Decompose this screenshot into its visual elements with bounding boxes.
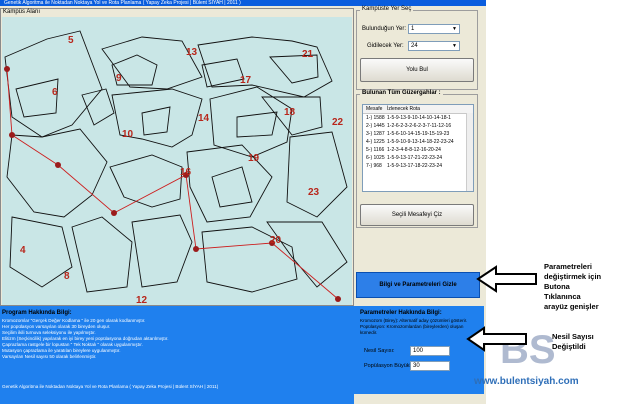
node-label: 21 [302, 49, 314, 60]
to-select[interactable]: 24 ▼ [408, 41, 460, 51]
col-distance[interactable]: Mesafe [363, 105, 387, 113]
program-info-lines: Kromozomlar "Gerçek Değer Kodlama " ile … [2, 318, 168, 360]
list-item[interactable]: 1-) 1588 1-5-9-13-9-10-14-10-14-18-1 [363, 114, 473, 122]
route-path-text: 1-5-9-13-9-10-14-10-14-18-1 [387, 115, 451, 121]
route-distance: 5-) 1166 [366, 147, 385, 153]
node-label: 23 [308, 187, 320, 198]
program-footer: Genetik Algoritma ile Noktadan Noktaya Y… [2, 384, 219, 389]
route-path-text: 1-5-9-10-9-13-14-18-22-23-24 [387, 139, 454, 145]
to-value: 24 [411, 43, 418, 49]
parameters-title: Parametreler Hakkında Bilgi: [360, 310, 442, 316]
node-label: 16 [180, 167, 192, 178]
parameters-panel: Parametreler Hakkında Bilgi: Kromozom (B… [354, 306, 484, 394]
node-label: 18 [284, 107, 296, 118]
route-path-text: 1-2-3-4-8-8-12-16-20-24 [387, 147, 441, 153]
node-label: 8 [64, 271, 70, 282]
selection-title: Kampüste Yer Seç [360, 6, 414, 12]
from-select[interactable]: 1 ▼ [408, 24, 460, 34]
population-input[interactable]: 30 [410, 361, 450, 371]
list-item[interactable]: 7-) 968 1-5-9-13-17-18-22-23-24 [363, 162, 473, 170]
route-path-text: 1-5-9-13-17-18-22-23-24 [387, 163, 443, 169]
list-item[interactable]: 6-) 1025 1-5-9-13-17-21-22-23-24 [363, 154, 473, 162]
from-value: 1 [411, 26, 415, 32]
annotation-line: değiştirmek için [544, 272, 602, 281]
routes-list[interactable]: Mesafe İzlenecek Rota 1-) 1588 1-5-9-13-9… [362, 104, 474, 192]
list-item[interactable]: 2-) 1445 1-2-6-2-3-2-6-2-3-7-11-12-16 [363, 122, 473, 130]
route-distance: 3-) 1287 [366, 131, 385, 137]
route-path-text: 1-5-6-10-14-15-19-15-19-23 [387, 131, 450, 137]
route-distance: 2-) 1445 [366, 123, 385, 129]
route-path-text: 1-5-9-13-17-21-22-23-24 [387, 155, 443, 161]
info-line: Varsayılan Nesil sayısı 50 olarak belirl… [2, 354, 97, 359]
param-line-2: Popülasyon: Kromozomlardan (bireylerden)… [360, 324, 464, 335]
route-distance: 4-) 1225 [366, 139, 385, 145]
col-route[interactable]: İzlenecek Rota [387, 105, 457, 113]
annotation-line: Tıklanınca [544, 292, 581, 301]
annotation-line: Nesil Sayısı [552, 332, 594, 341]
campus-title: Kampüs Alanı [1, 9, 43, 15]
node-label: 19 [248, 153, 260, 164]
program-info-title: Program Hakkında Bilgi: [2, 310, 72, 316]
route-distance: 7-) 968 [366, 163, 382, 169]
arrow-left-icon [476, 265, 537, 293]
toggle-info-button[interactable]: Bilgi ve Parametreleri Gizle [356, 272, 480, 298]
list-item[interactable]: 4-) 1225 1-5-9-10-9-13-14-18-22-23-24 [363, 138, 473, 146]
annotation-1: Parametreleri değiştirmek için Butona Tı… [544, 262, 601, 312]
node-label: 4 [20, 245, 26, 256]
annotation-2: Nesil Sayısı Değiştildi [552, 332, 594, 352]
chevron-down-icon[interactable]: ▼ [451, 43, 458, 50]
node-label: 6 [52, 87, 58, 98]
annotation-line: Değiştildi [552, 342, 586, 351]
route-path-text: 1-2-6-2-3-2-6-2-3-7-11-12-16 [387, 123, 452, 129]
annotation-line: Parametreleri [544, 262, 592, 271]
node-label: 5 [68, 35, 74, 46]
node-label: 20 [270, 235, 282, 246]
list-item[interactable]: 3-) 1287 1-5-6-10-14-15-19-15-19-23 [363, 130, 473, 138]
node-label: 9 [116, 73, 122, 84]
from-label: Bulunduğun Yer: [362, 26, 407, 32]
watermark-url: www.bulentsiyah.com [474, 376, 579, 387]
node-label: 22 [332, 117, 344, 128]
find-route-button[interactable]: Yolu Bul [360, 58, 474, 82]
campus-map[interactable]: 5 13 21 9 17 6 14 18 22 10 19 16 23 20 4… [2, 17, 352, 305]
draw-selected-button[interactable]: Seçili Mesafeyi Çiz [360, 204, 474, 226]
node-label: 17 [240, 75, 252, 86]
node-label: 12 [136, 295, 148, 305]
annotation-line: Butona [544, 282, 570, 291]
campus-group: Kampüs Alanı 5 13 21 9 17 6 14 18 22 10 … [0, 8, 354, 306]
list-item[interactable]: 5-) 1166 1-2-3-4-8-8-12-16-20-24 [363, 146, 473, 154]
node-label: 10 [122, 129, 134, 140]
annotation-line: arayüz genişler [544, 302, 599, 311]
arrow-left-icon [466, 326, 527, 352]
route-distance: 1-) 1588 [366, 115, 385, 121]
routes-scrollbar[interactable] [466, 113, 473, 191]
generation-input[interactable]: 100 [410, 346, 450, 356]
program-info-panel: Program Hakkında Bilgi: Kromozomlar "Ger… [0, 306, 354, 404]
node-label: 14 [198, 113, 210, 124]
routes-list-header: Mesafe İzlenecek Rota [363, 105, 473, 114]
chevron-down-icon[interactable]: ▼ [451, 26, 458, 33]
to-label: Gidilecek Yer: [367, 43, 404, 49]
node-label: 13 [186, 47, 198, 58]
route-distance: 6-) 1025 [366, 155, 385, 161]
routes-title: Bulunan Tüm Güzergahlar : [360, 90, 443, 96]
generation-label: Nesil Sayısı: [364, 348, 395, 354]
